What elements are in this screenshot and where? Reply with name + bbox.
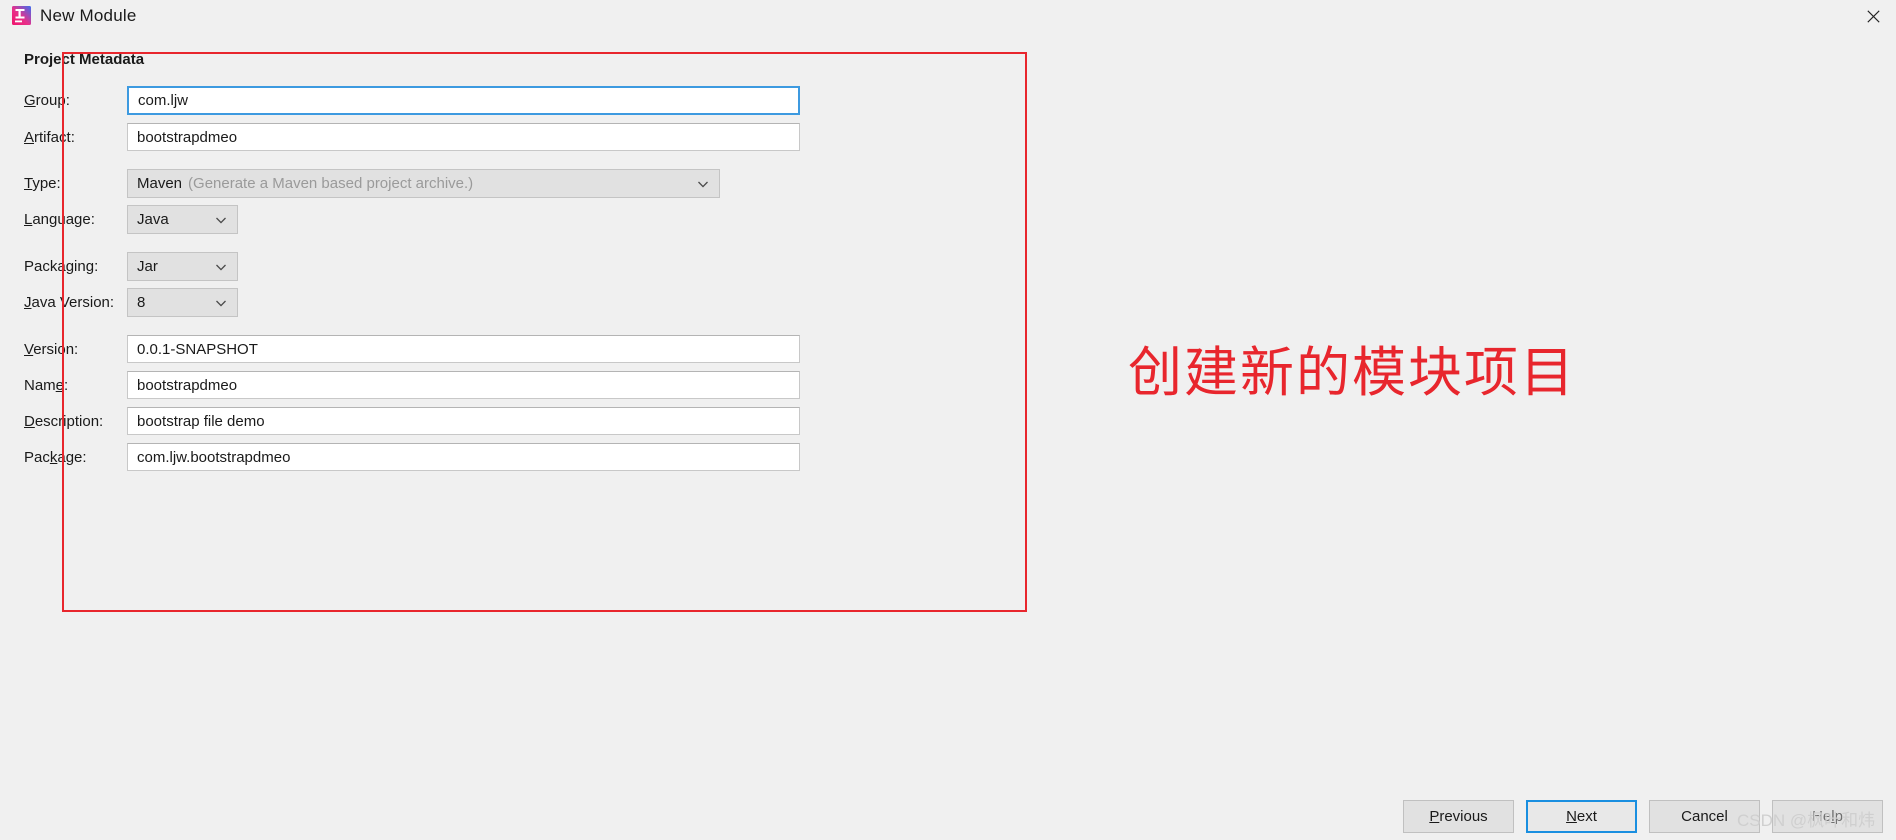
input-description[interactable]: bootstrap file demo: [127, 407, 800, 435]
input-version[interactable]: 0.0.1-SNAPSHOT: [127, 335, 800, 363]
input-name[interactable]: bootstrapdmeo: [127, 371, 800, 399]
title-bar: New Module: [0, 0, 1896, 32]
combo-java-version[interactable]: 8: [127, 288, 238, 317]
combo-type-hint: (Generate a Maven based project archive.…: [188, 175, 474, 192]
chevron-down-icon: [214, 213, 228, 227]
input-package[interactable]: com.ljw.bootstrapdmeo: [127, 443, 800, 471]
previous-button[interactable]: Previous: [1403, 800, 1514, 833]
annotation-text: 创建新的模块项目: [1128, 343, 1576, 403]
label-version: Version:: [24, 341, 79, 358]
label-description: Description:: [24, 413, 104, 430]
help-button[interactable]: He l p: [1772, 800, 1883, 833]
cancel-button[interactable]: Cancel: [1649, 800, 1760, 833]
combo-packaging[interactable]: Jar: [127, 252, 238, 281]
intellij-idea-icon: [11, 5, 32, 26]
label-artifact: Artifact:: [24, 129, 75, 146]
close-icon[interactable]: [1850, 0, 1896, 32]
label-language: Language:: [24, 211, 95, 228]
label-java-version: Java Version:: [24, 294, 115, 311]
next-button[interactable]: Next: [1526, 800, 1637, 833]
input-group[interactable]: com.ljw: [127, 86, 800, 115]
chevron-down-icon: [696, 177, 710, 191]
label-group: Group:: [24, 92, 70, 109]
section-title: Project Metadata: [24, 51, 145, 68]
window-title: New Module: [40, 6, 137, 25]
label-package: Package:: [24, 449, 87, 466]
input-artifact[interactable]: bootstrapdmeo: [127, 123, 800, 151]
label-packaging: Packaging:: [24, 258, 99, 275]
new-module-dialog: New Module Project Metadata Group: com.l…: [0, 0, 1896, 840]
label-name: Name:: [24, 377, 69, 394]
combo-language[interactable]: Java: [127, 205, 238, 234]
chevron-down-icon: [214, 260, 228, 274]
label-type: Type:: [24, 175, 61, 192]
chevron-down-icon: [214, 296, 228, 310]
combo-type[interactable]: Maven (Generate a Maven based project ar…: [127, 169, 720, 198]
